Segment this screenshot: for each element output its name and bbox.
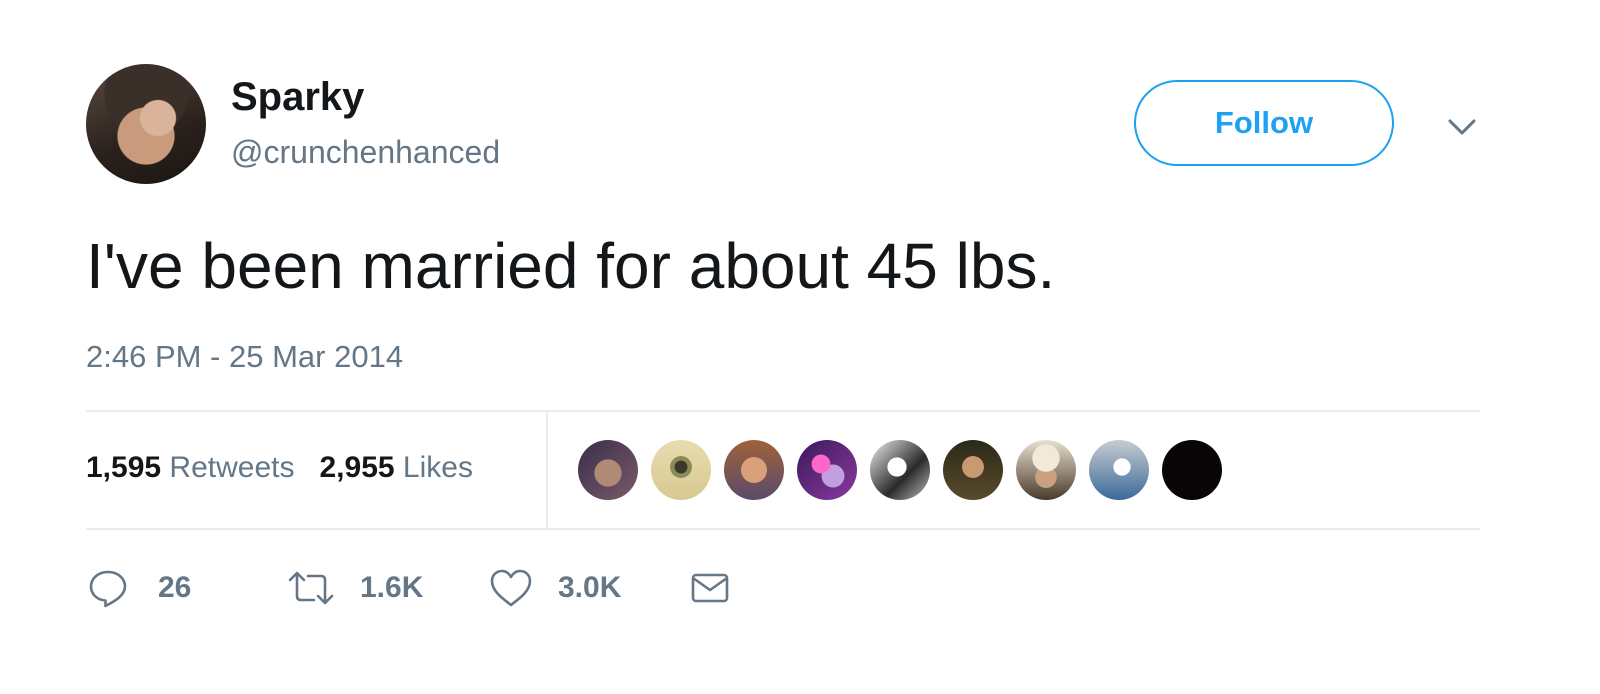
liker-avatar[interactable] xyxy=(1162,440,1222,500)
stats-vertical-divider xyxy=(546,412,548,528)
retweets-stat[interactable]: 1,595 Retweets xyxy=(86,451,294,484)
liker-avatars xyxy=(578,440,1222,500)
direct-message-action[interactable] xyxy=(688,560,732,616)
liker-avatar[interactable] xyxy=(724,440,784,500)
retweet-action[interactable]: 1.6K xyxy=(286,560,423,616)
liker-avatar[interactable] xyxy=(797,440,857,500)
reply-action[interactable]: 26 xyxy=(86,560,191,616)
liker-avatar[interactable] xyxy=(651,440,711,500)
liker-avatar[interactable] xyxy=(578,440,638,500)
likes-label: Likes xyxy=(402,451,473,484)
follow-button[interactable]: Follow xyxy=(1134,80,1394,166)
liker-avatar[interactable] xyxy=(1016,440,1076,500)
retweet-icon xyxy=(288,571,334,605)
like-action[interactable]: 3.0K xyxy=(488,560,621,616)
stats-top-divider xyxy=(86,410,1480,412)
heart-icon xyxy=(490,569,532,607)
author-display-name[interactable]: Sparky xyxy=(231,74,364,120)
like-count: 3.0K xyxy=(558,571,622,604)
retweets-count: 1,595 xyxy=(86,451,162,484)
liker-avatar[interactable] xyxy=(943,440,1003,500)
reply-count: 26 xyxy=(158,571,192,604)
reply-icon xyxy=(89,570,127,608)
chevron-down-icon[interactable] xyxy=(1444,112,1480,142)
tweet-timestamp[interactable]: 2:46 PM - 25 Mar 2014 xyxy=(86,338,403,376)
tweet-card: Sparky @crunchenhanced Follow I've been … xyxy=(0,0,1600,694)
liker-avatar[interactable] xyxy=(870,440,930,500)
tweet-text: I've been married for about 45 lbs. xyxy=(86,230,1056,302)
retweets-label: Retweets xyxy=(169,451,295,484)
engagement-stats: 1,595 Retweets 2,955 Likes xyxy=(86,448,473,488)
author-avatar[interactable] xyxy=(86,64,206,184)
retweet-count: 1.6K xyxy=(360,571,424,604)
envelope-icon xyxy=(691,573,729,603)
stats-bottom-divider xyxy=(86,528,1480,530)
author-handle[interactable]: @crunchenhanced xyxy=(231,132,500,172)
likes-stat[interactable]: 2,955 Likes xyxy=(320,451,473,484)
likes-count: 2,955 xyxy=(319,451,395,484)
liker-avatar[interactable] xyxy=(1089,440,1149,500)
